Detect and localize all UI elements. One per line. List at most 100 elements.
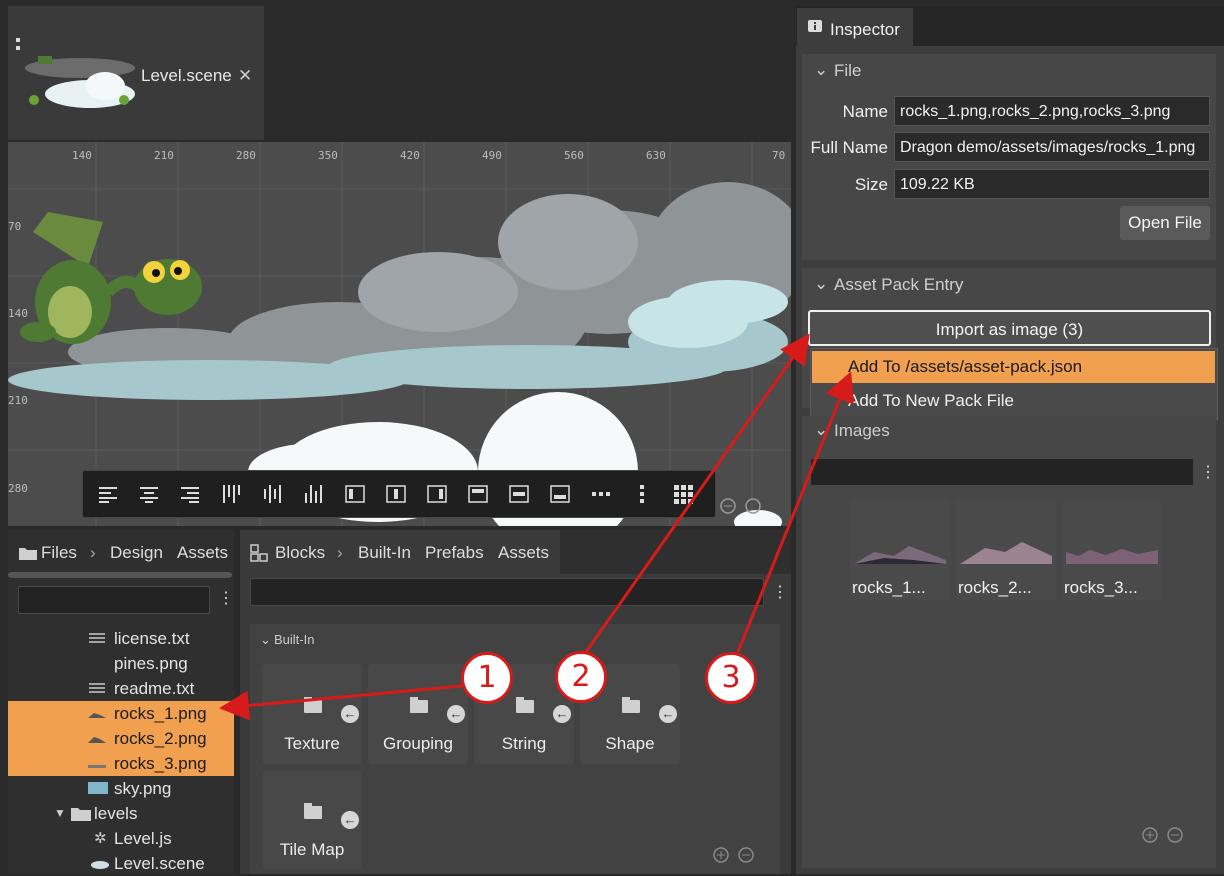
blocks-search-input[interactable] [250,578,764,606]
images-section-title[interactable]: Images [834,421,890,441]
size-label: Size [854,175,888,194]
more-vertical-icon[interactable]: ⋮ [1200,462,1216,482]
info-icon [808,20,822,32]
image-thumb-rocks1[interactable]: rocks_1... [850,500,950,600]
menu-item-add-to-asset-pack[interactable]: Add To /assets/asset-pack.json [812,351,1215,383]
file-row-pines[interactable]: pines.png [8,651,234,676]
file-section-title[interactable]: File [834,61,861,81]
align-center-icon[interactable] [136,481,162,507]
align-border-left-icon[interactable] [342,481,368,507]
file-row-rocks2[interactable]: rocks_2.png [8,726,234,751]
image-icon [88,765,106,768]
file-row-rocks3[interactable]: rocks_3.png [8,751,234,776]
chevron-down-icon[interactable]: ⌄ [814,60,828,80]
more-vertical-icon[interactable] [629,481,655,507]
arrow-left-circle-icon[interactable]: ← [341,811,359,829]
align-border-center-icon[interactable] [383,481,409,507]
ruler-y-label: 280 [8,482,28,495]
callout-badge-2: 2 [555,651,607,703]
align-middle-icon[interactable] [506,481,532,507]
asset-pack-section-title[interactable]: Asset Pack Entry [834,275,963,295]
file-row-rocks1[interactable]: rocks_1.png [8,701,234,726]
scene-viewport[interactable]: 140 210 280 350 420 490 560 630 70 70 14… [8,142,791,526]
thumb-caption: rocks_1... [852,578,926,597]
breadcrumb-assets[interactable]: Assets [498,543,549,563]
distribute-left-icon[interactable] [219,481,245,507]
image-icon [88,782,108,794]
chevron-down-icon[interactable]: ⌄ [260,632,271,648]
folder-icon [71,808,91,821]
file-row-leveljs[interactable]: ✲ Level.js [8,826,234,851]
breadcrumb-design[interactable]: Design [110,543,163,563]
chevron-down-icon[interactable]: ⌄ [814,274,828,294]
scene-canvas [8,142,791,526]
file-row-sky[interactable]: sky.png [8,776,234,801]
block-texture[interactable]: ← Texture [262,664,362,764]
align-left-icon[interactable] [95,481,121,507]
breadcrumb-blocks[interactable]: Blocks [275,543,325,563]
images-filter-input[interactable] [810,458,1194,486]
folder-row-levels[interactable]: ▼ levels [8,801,234,826]
scrollbar[interactable] [8,572,232,578]
arrow-left-circle-icon[interactable]: ← [341,705,359,723]
align-toolbar [82,470,716,518]
ruler-y-label: 210 [8,394,28,407]
ruler-x-label: 490 [482,149,502,162]
file-label: levels [94,804,138,823]
align-top-icon[interactable] [465,481,491,507]
distribute-right-icon[interactable] [301,481,327,507]
fullname-field[interactable]: Dragon demo/assets/images/rocks_1.png [894,132,1210,162]
caret-down-icon[interactable]: ▼ [54,806,66,820]
file-label: Level.js [114,829,172,848]
grid-icon[interactable] [671,481,697,507]
ruler-x-label: 280 [236,149,256,162]
folder-icon [304,803,322,819]
breadcrumb-built-in[interactable]: Built-In [358,543,411,563]
name-field[interactable]: rocks_1.png,rocks_2.png,rocks_3.png [894,96,1210,126]
chevron-down-icon[interactable]: ⌄ [814,420,828,440]
files-search-input[interactable] [18,586,210,614]
script-icon: ✲ [94,830,107,847]
file-row-readme[interactable]: readme.txt [8,676,234,701]
ruler-x-label: 210 [154,149,174,162]
more-vertical-icon[interactable]: ⋮ [218,588,234,608]
file-label: Level.scene [114,854,205,873]
blocks-icon [250,544,268,562]
folder-icon [516,697,534,713]
block-label: Tile Map [279,840,345,859]
align-right-icon[interactable] [177,481,203,507]
arrow-left-circle-icon[interactable]: ← [447,705,465,723]
ruler-x-label: 630 [646,149,666,162]
align-border-right-icon[interactable] [424,481,450,507]
breadcrumb-assets[interactable]: Assets [177,543,228,563]
image-thumb-rocks2[interactable]: rocks_2... [956,500,1056,600]
editor-tab-title[interactable]: Level.scene [141,66,232,86]
import-as-image-button[interactable]: Import as image (3) [808,310,1211,346]
files-breadcrumb: Files › Design Assets [8,530,234,574]
breadcrumb-prefabs[interactable]: Prefabs [425,543,484,563]
block-grouping[interactable]: ← Grouping [368,664,468,764]
rocks-image [1066,549,1158,564]
image-thumb-rocks3[interactable]: rocks_3... [1062,500,1162,600]
menu-item-add-to-new-pack[interactable]: Add To New Pack File [812,385,1215,417]
close-icon[interactable]: ✕ [238,66,252,86]
block-tilemap[interactable]: ← Tile Map [262,770,362,870]
file-label: rocks_2.png [114,729,207,748]
more-vertical-icon[interactable]: ⋮ [772,582,788,602]
arrow-left-circle-icon[interactable]: ← [659,705,677,723]
inspector-tab[interactable]: Inspector [797,8,913,46]
open-file-button[interactable]: Open File [1120,206,1210,240]
inspector-tab-label: Inspector [830,20,900,39]
distribute-center-icon[interactable] [260,481,286,507]
align-bottom-icon[interactable] [547,481,573,507]
image-icon [88,737,106,743]
file-label: readme.txt [114,679,195,698]
arrow-left-circle-icon[interactable]: ← [553,705,571,723]
rocks-image [854,546,946,564]
size-field[interactable]: 109.22 KB [894,169,1210,199]
file-row-levelscene[interactable]: Level.scene [8,851,234,876]
more-horizontal-icon[interactable] [588,481,614,507]
file-row-license[interactable]: license.txt [8,626,234,651]
breadcrumb-files[interactable]: Files [41,543,77,563]
folder-icon [622,697,640,713]
